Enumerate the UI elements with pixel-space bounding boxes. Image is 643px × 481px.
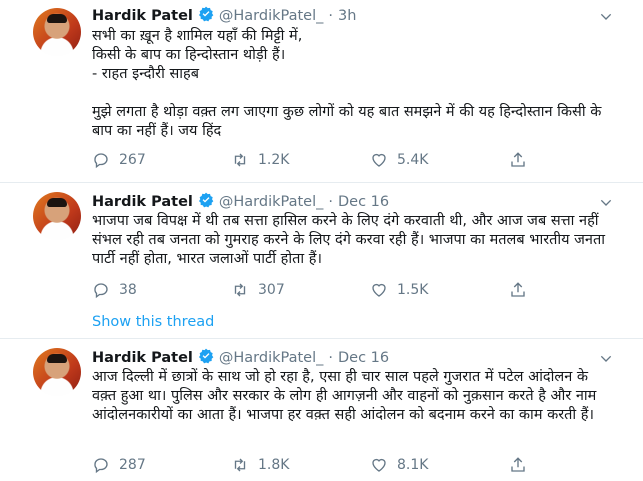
retweet-button[interactable]: 307 (231, 281, 370, 299)
show-thread-link[interactable]: Show this thread (92, 314, 214, 330)
like-button[interactable]: 8.1K (370, 456, 509, 474)
separator-dot: · (328, 350, 333, 366)
tweet-header: Hardik Patel @HardikPatel_ · Dec 16 (92, 192, 389, 212)
heart-icon (372, 153, 386, 167)
reply-button[interactable]: 267 (92, 151, 231, 169)
like-button[interactable]: 5.4K (370, 151, 509, 169)
chevron-down-icon[interactable] (598, 9, 614, 25)
share-button[interactable] (509, 151, 527, 169)
avatar[interactable] (33, 8, 81, 56)
tweet-actions: 267 1.2K 5.4K (92, 151, 532, 169)
reply-count: 267 (119, 152, 146, 168)
retweet-button[interactable]: 1.8K (231, 456, 370, 474)
timestamp[interactable]: 3h (338, 8, 356, 24)
retweet-count: 1.8K (258, 457, 290, 473)
tweet-text: सभी का ख़ून है शामिल यहाँ की मिट्टी में,… (92, 28, 602, 139)
tweet-feed: Hardik Patel @HardikPatel_ · 3h सभी का ख… (0, 0, 643, 481)
retweet-icon (234, 458, 246, 472)
heart-icon (372, 283, 386, 297)
timestamp[interactable]: Dec 16 (338, 350, 389, 366)
separator-dot: · (328, 8, 333, 24)
like-count: 8.1K (397, 457, 429, 473)
reply-count: 38 (119, 282, 137, 298)
display-name[interactable]: Hardik Patel (92, 350, 193, 366)
tweet[interactable]: Hardik Patel @HardikPatel_ · Dec 16 आज द… (0, 339, 643, 481)
reply-icon (94, 153, 108, 169)
avatar[interactable] (33, 348, 81, 396)
like-button[interactable]: 1.5K (370, 281, 509, 299)
tweet-header: Hardik Patel @HardikPatel_ · 3h (92, 6, 356, 26)
tweet-header: Hardik Patel @HardikPatel_ · Dec 16 (92, 348, 389, 368)
handle[interactable]: @HardikPatel_ (219, 194, 324, 210)
retweet-icon (234, 153, 246, 167)
share-icon (511, 457, 525, 472)
like-count: 5.4K (397, 152, 429, 168)
retweet-icon (234, 283, 246, 297)
avatar[interactable] (33, 192, 81, 240)
reply-button[interactable]: 38 (92, 281, 231, 299)
handle[interactable]: @HardikPatel_ (219, 8, 324, 24)
display-name[interactable]: Hardik Patel (92, 8, 193, 24)
chevron-down-icon[interactable] (598, 195, 614, 211)
verified-badge-icon (198, 348, 214, 368)
tweet[interactable]: Hardik Patel @HardikPatel_ · Dec 16 भाजप… (0, 183, 643, 339)
reply-button[interactable]: 287 (92, 456, 231, 474)
retweet-button[interactable]: 1.2K (231, 151, 370, 169)
tweet-text: आज दिल्ली में छात्रों के साथ जो हो रहा ह… (92, 369, 597, 423)
chevron-down-icon[interactable] (598, 351, 614, 367)
separator-dot: · (328, 194, 333, 210)
heart-icon (372, 458, 386, 472)
tweet-text: भाजपा जब विपक्ष में थी तब सत्ता हासिल कर… (92, 213, 606, 267)
reply-icon (94, 458, 108, 474)
retweet-count: 307 (258, 282, 285, 298)
reply-count: 287 (119, 457, 146, 473)
share-icon (511, 152, 525, 167)
share-icon (511, 282, 525, 297)
like-count: 1.5K (397, 282, 429, 298)
retweet-count: 1.2K (258, 152, 290, 168)
tweet-actions: 287 1.8K 8.1K (92, 456, 532, 474)
reply-icon (94, 283, 108, 299)
verified-badge-icon (198, 6, 214, 26)
share-button[interactable] (509, 281, 527, 299)
timestamp[interactable]: Dec 16 (338, 194, 389, 210)
share-button[interactable] (509, 456, 527, 474)
handle[interactable]: @HardikPatel_ (219, 350, 324, 366)
tweet[interactable]: Hardik Patel @HardikPatel_ · 3h सभी का ख… (0, 0, 643, 183)
display-name[interactable]: Hardik Patel (92, 194, 193, 210)
tweet-actions: 38 307 1.5K (92, 281, 532, 299)
verified-badge-icon (198, 192, 214, 212)
